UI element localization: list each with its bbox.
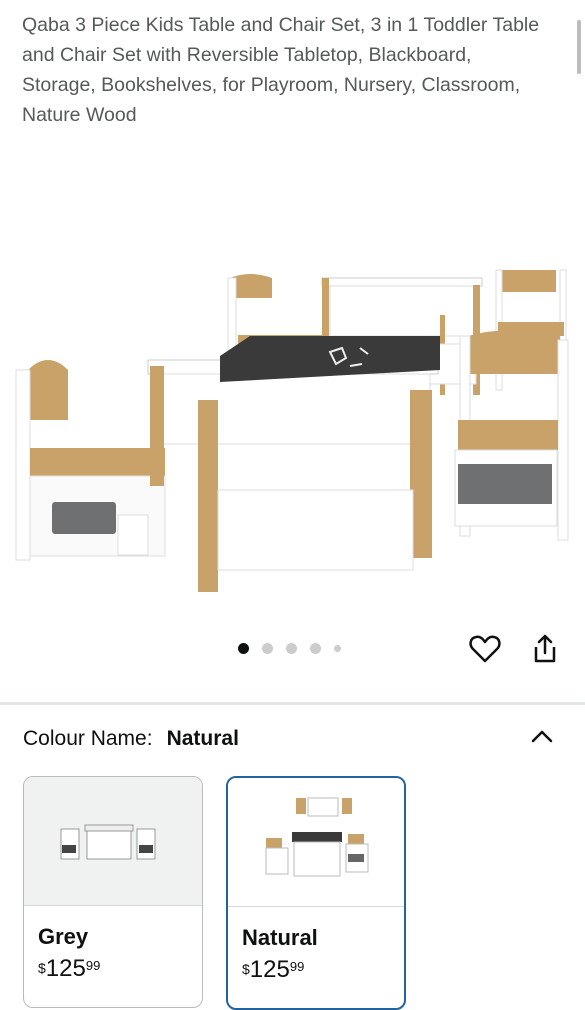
option-price: $125 99 bbox=[38, 955, 101, 982]
colour-selector-header: Colour Name: Natural bbox=[23, 724, 239, 754]
large-table bbox=[147, 336, 440, 592]
colour-label: Colour Name: bbox=[23, 727, 153, 750]
option-thumbnail bbox=[24, 777, 202, 906]
pagination-dot[interactable] bbox=[238, 643, 249, 654]
colour-option-grey[interactable]: Grey $125 99 bbox=[23, 776, 203, 1008]
pagination-dot[interactable] bbox=[310, 643, 321, 654]
option-name: Natural bbox=[242, 925, 318, 950]
heart-icon[interactable] bbox=[468, 632, 502, 666]
option-thumbnail bbox=[228, 778, 404, 907]
large-chair-left bbox=[15, 360, 166, 561]
chevron-up-icon[interactable] bbox=[529, 724, 555, 748]
product-title: Qaba 3 Piece Kids Table and Chair Set, 3… bbox=[22, 14, 540, 126]
share-icon[interactable] bbox=[528, 632, 562, 666]
section-divider bbox=[0, 702, 585, 705]
product-image-gallery[interactable] bbox=[0, 130, 585, 630]
large-chair-right bbox=[454, 330, 569, 541]
pagination-dot[interactable] bbox=[262, 643, 273, 654]
selected-colour: Natural bbox=[166, 727, 239, 750]
scrollbar[interactable] bbox=[577, 20, 581, 74]
product-image bbox=[15, 269, 569, 592]
pagination-dot[interactable] bbox=[286, 643, 297, 654]
colour-option-natural[interactable]: Natural $125 99 bbox=[226, 776, 406, 1010]
option-price: $125 99 bbox=[242, 956, 305, 983]
image-pagination-dots[interactable] bbox=[238, 643, 341, 654]
option-name: Grey bbox=[38, 924, 89, 949]
pagination-dot[interactable] bbox=[334, 645, 341, 652]
